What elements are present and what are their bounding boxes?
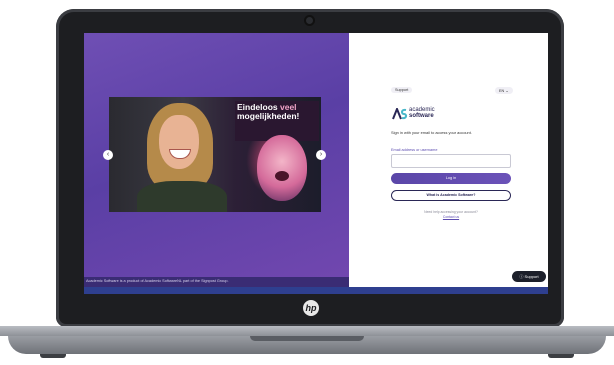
what-is-academic-software-button[interactable]: What is Academic Software?: [391, 190, 511, 201]
laptop-screen: Eindeloos veel mogelijkheden! ‹ › Academ…: [84, 33, 548, 294]
poster-person: [257, 135, 307, 201]
logo-wordmark: academic software: [409, 107, 435, 119]
poster-person-mouth: [275, 171, 289, 181]
left-footer: Academic Software is a product of Academ…: [84, 277, 349, 287]
support-link[interactable]: Support: [391, 87, 413, 93]
left-promo-panel: Eindeloos veel mogelijkheden! ‹ › Academ…: [84, 33, 349, 294]
footer-text: Academic Software is a product of Academ…: [86, 279, 229, 283]
laptop-foot-left: [40, 354, 66, 358]
bottom-strip: [84, 287, 548, 294]
laptop-base-notch: [250, 336, 364, 341]
support-widget-button[interactable]: ⓘ Support: [512, 271, 546, 282]
signin-subtitle: Sign in with your email to access your a…: [391, 130, 472, 135]
hp-logo: hp: [303, 300, 319, 316]
image-carousel: Eindeloos veel mogelijkheden!: [109, 97, 321, 212]
poster-text: Eindeloos veel mogelijkheden!: [237, 103, 317, 121]
help-text: Need help accessing your account?: [424, 210, 478, 214]
webcam-icon: [306, 17, 313, 24]
email-field[interactable]: [391, 154, 511, 168]
contact-us-link[interactable]: Contact us: [391, 215, 511, 219]
email-label: Email address or username: [391, 148, 438, 152]
person-body: [137, 181, 227, 212]
academic-software-logo-icon: [392, 108, 408, 120]
login-button[interactable]: Log in: [391, 173, 511, 184]
poster-line2: mogelijkheden!: [237, 111, 300, 121]
laptop-foot-right: [548, 354, 574, 358]
carousel-prev-button[interactable]: ‹: [103, 150, 113, 160]
laptop-hinge: [0, 326, 614, 336]
login-panel: Support EN ⌄ academic software Sign in w…: [349, 33, 548, 287]
person-face: [159, 115, 199, 169]
language-selector[interactable]: EN ⌄: [495, 87, 513, 94]
logo-line2: software: [409, 113, 434, 119]
support-widget-label: Support: [524, 274, 539, 279]
carousel-next-button[interactable]: ›: [316, 150, 326, 160]
